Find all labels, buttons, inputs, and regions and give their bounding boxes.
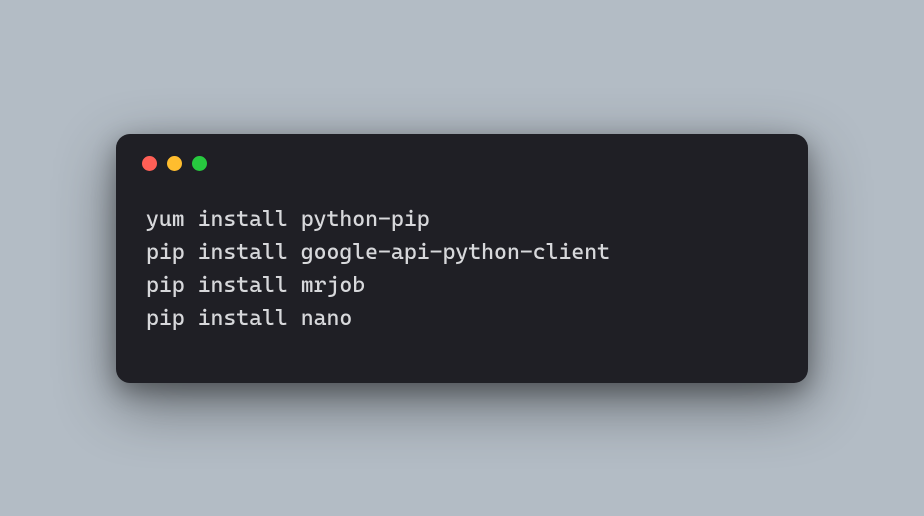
- terminal-line: pip install mrjob: [146, 269, 778, 302]
- terminal-line: pip install google-api-python-client: [146, 236, 778, 269]
- window-minimize-button[interactable]: [167, 156, 182, 171]
- terminal-window: yum install python-pip pip install googl…: [116, 134, 808, 383]
- window-close-button[interactable]: [142, 156, 157, 171]
- terminal-content[interactable]: yum install python-pip pip install googl…: [116, 177, 808, 383]
- titlebar: [116, 134, 808, 177]
- terminal-line: yum install python-pip: [146, 203, 778, 236]
- terminal-line: pip install nano: [146, 302, 778, 335]
- window-zoom-button[interactable]: [192, 156, 207, 171]
